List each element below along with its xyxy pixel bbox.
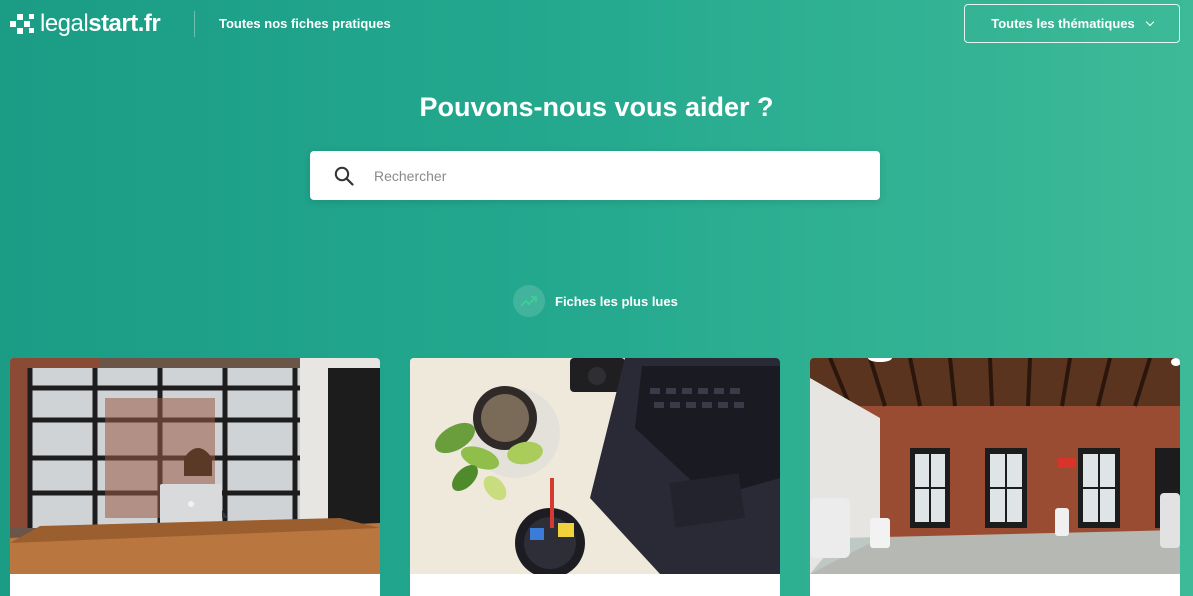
header-divider: [194, 11, 195, 37]
logo-text-bold: start: [88, 10, 138, 37]
search-icon[interactable]: [334, 166, 354, 186]
search-input[interactable]: [374, 151, 864, 200]
all-themes-label: Toutes les thématiques: [991, 16, 1135, 31]
logo-mark-icon: [10, 11, 36, 37]
top-header: legalstart.fr Toutes nos fiches pratique…: [0, 0, 1193, 48]
all-themes-dropdown[interactable]: Toutes les thématiques: [964, 4, 1180, 43]
search-bar[interactable]: [310, 151, 880, 200]
card-image-woman-laptop[interactable]: [10, 358, 380, 574]
article-card[interactable]: [810, 358, 1180, 596]
article-card[interactable]: [10, 358, 380, 596]
chevron-down-icon: [1145, 17, 1154, 27]
page-title: Pouvons-nous vous aider ?: [419, 92, 774, 122]
logo-text-suffix: .fr: [137, 10, 161, 37]
trending-up-icon: [513, 285, 545, 317]
card-image-desk-laptop[interactable]: [410, 358, 780, 574]
logo-text: legalstart.fr: [40, 9, 161, 39]
most-read-label: Fiches les plus lues: [555, 293, 678, 309]
article-card[interactable]: [410, 358, 780, 596]
card-image-brick-office[interactable]: [810, 358, 1180, 574]
logo-text-light: legal: [40, 10, 89, 37]
legalstart-logo[interactable]: legalstart.fr: [10, 8, 161, 40]
all-guides-link[interactable]: Toutes nos fiches pratiques: [219, 16, 391, 31]
most-read-section-label: Fiches les plus lues: [513, 285, 678, 317]
